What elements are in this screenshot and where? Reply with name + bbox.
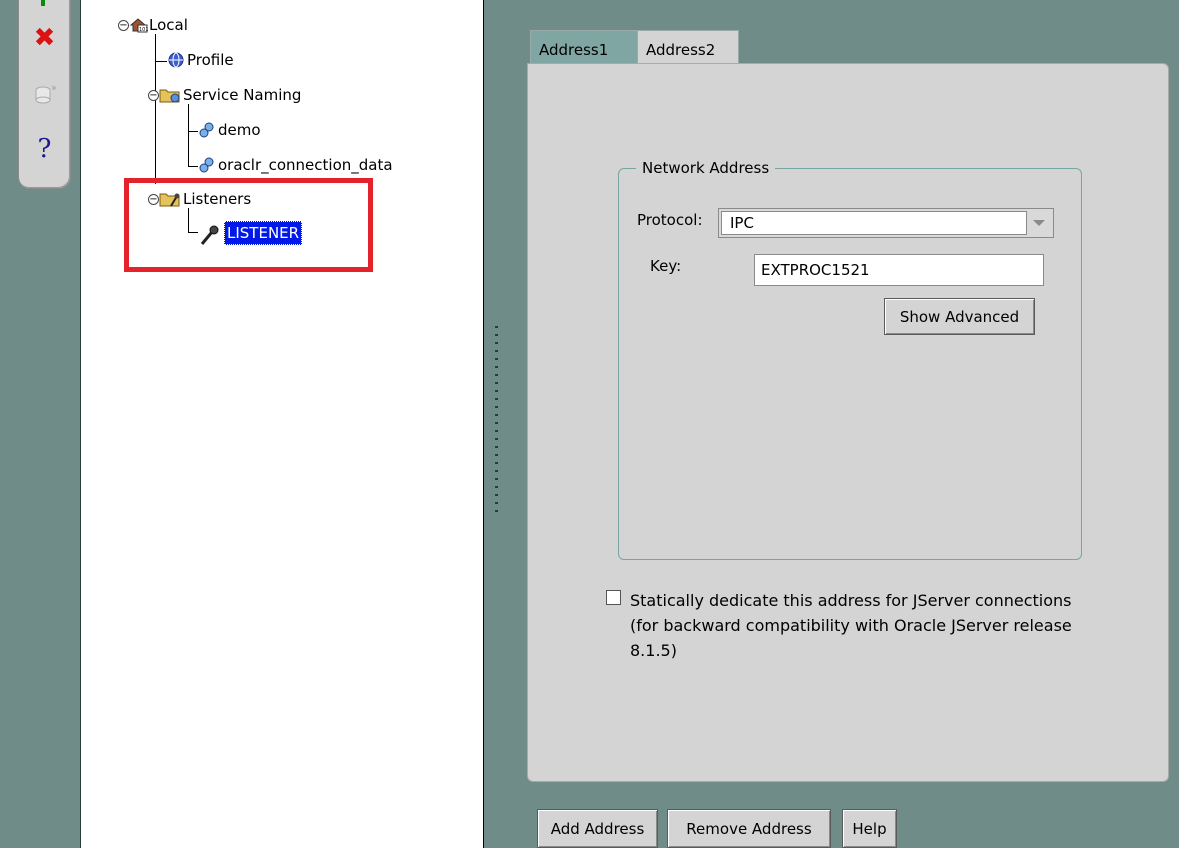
tab-label: Address1 — [539, 41, 609, 59]
tree-item-oraclr-connection-data[interactable]: oraclr_connection_data — [198, 156, 393, 174]
delete-icon[interactable]: ✖ — [19, 24, 70, 52]
tab-address2[interactable]: Address2 — [637, 30, 739, 63]
tree-connector — [155, 34, 156, 184]
navigator-tree — [81, 0, 484, 848]
toolbar-strip: ✖ ? — [0, 0, 81, 848]
protocol-select[interactable]: IPC — [718, 208, 1054, 238]
jserver-text-line: 8.1.5) — [630, 641, 677, 660]
help-icon[interactable]: ? — [19, 134, 70, 164]
collapse-toggle-icon[interactable]: − — [118, 19, 129, 31]
add-address-button[interactable]: Add Address — [537, 809, 658, 848]
protocol-label: Protocol: — [637, 211, 703, 229]
key-label: Key: — [650, 257, 682, 275]
tree-label: Service Naming — [183, 86, 302, 104]
highlight-listeners — [124, 178, 373, 272]
add-icon[interactable] — [41, 0, 45, 6]
jserver-text-line: (for backward compatibility with Oracle … — [630, 616, 1072, 635]
local-icon: 101 — [129, 16, 149, 34]
tab-address1[interactable]: Address1 — [530, 30, 638, 63]
svg-text:101: 101 — [139, 27, 149, 33]
tree-item-service-naming[interactable]: − Service Naming — [148, 86, 301, 104]
tree-connector — [155, 61, 167, 62]
tree-item-demo[interactable]: demo — [198, 121, 261, 139]
splitter-handle[interactable] — [495, 326, 498, 516]
group-title: Network Address — [636, 159, 776, 177]
jserver-checkbox-label: Statically dedicate this address for JSe… — [630, 588, 1120, 663]
toolbar-panel: ✖ ? — [18, 0, 71, 189]
collapse-toggle-icon[interactable]: − — [148, 89, 159, 101]
protocol-value: IPC — [721, 211, 1027, 235]
show-advanced-button[interactable]: Show Advanced — [884, 298, 1035, 335]
remove-address-button[interactable]: Remove Address — [667, 809, 831, 848]
tree-label: oraclr_connection_data — [218, 156, 393, 174]
tab-label: Address2 — [646, 41, 716, 59]
key-field[interactable]: EXTPROC1521 — [754, 254, 1044, 286]
tree-connector — [188, 166, 198, 167]
service-icon — [198, 121, 216, 139]
tree-connector — [188, 131, 198, 132]
jserver-checkbox[interactable] — [606, 590, 621, 605]
folder-icon — [159, 86, 181, 104]
help-button[interactable]: Help — [842, 809, 897, 848]
database-icon[interactable] — [19, 84, 70, 110]
tree-connector — [188, 104, 189, 166]
tree-item-profile[interactable]: Profile — [167, 51, 234, 69]
chevron-down-icon — [1033, 220, 1045, 226]
globe-icon — [167, 51, 185, 69]
tree-label: Local — [149, 16, 188, 34]
tree-label: demo — [218, 121, 261, 139]
jserver-text-line: Statically dedicate this address for JSe… — [630, 591, 1072, 610]
tree-label: Profile — [187, 51, 234, 69]
service-icon — [198, 156, 216, 174]
tree-item-local[interactable]: − 101 Local — [118, 16, 188, 34]
